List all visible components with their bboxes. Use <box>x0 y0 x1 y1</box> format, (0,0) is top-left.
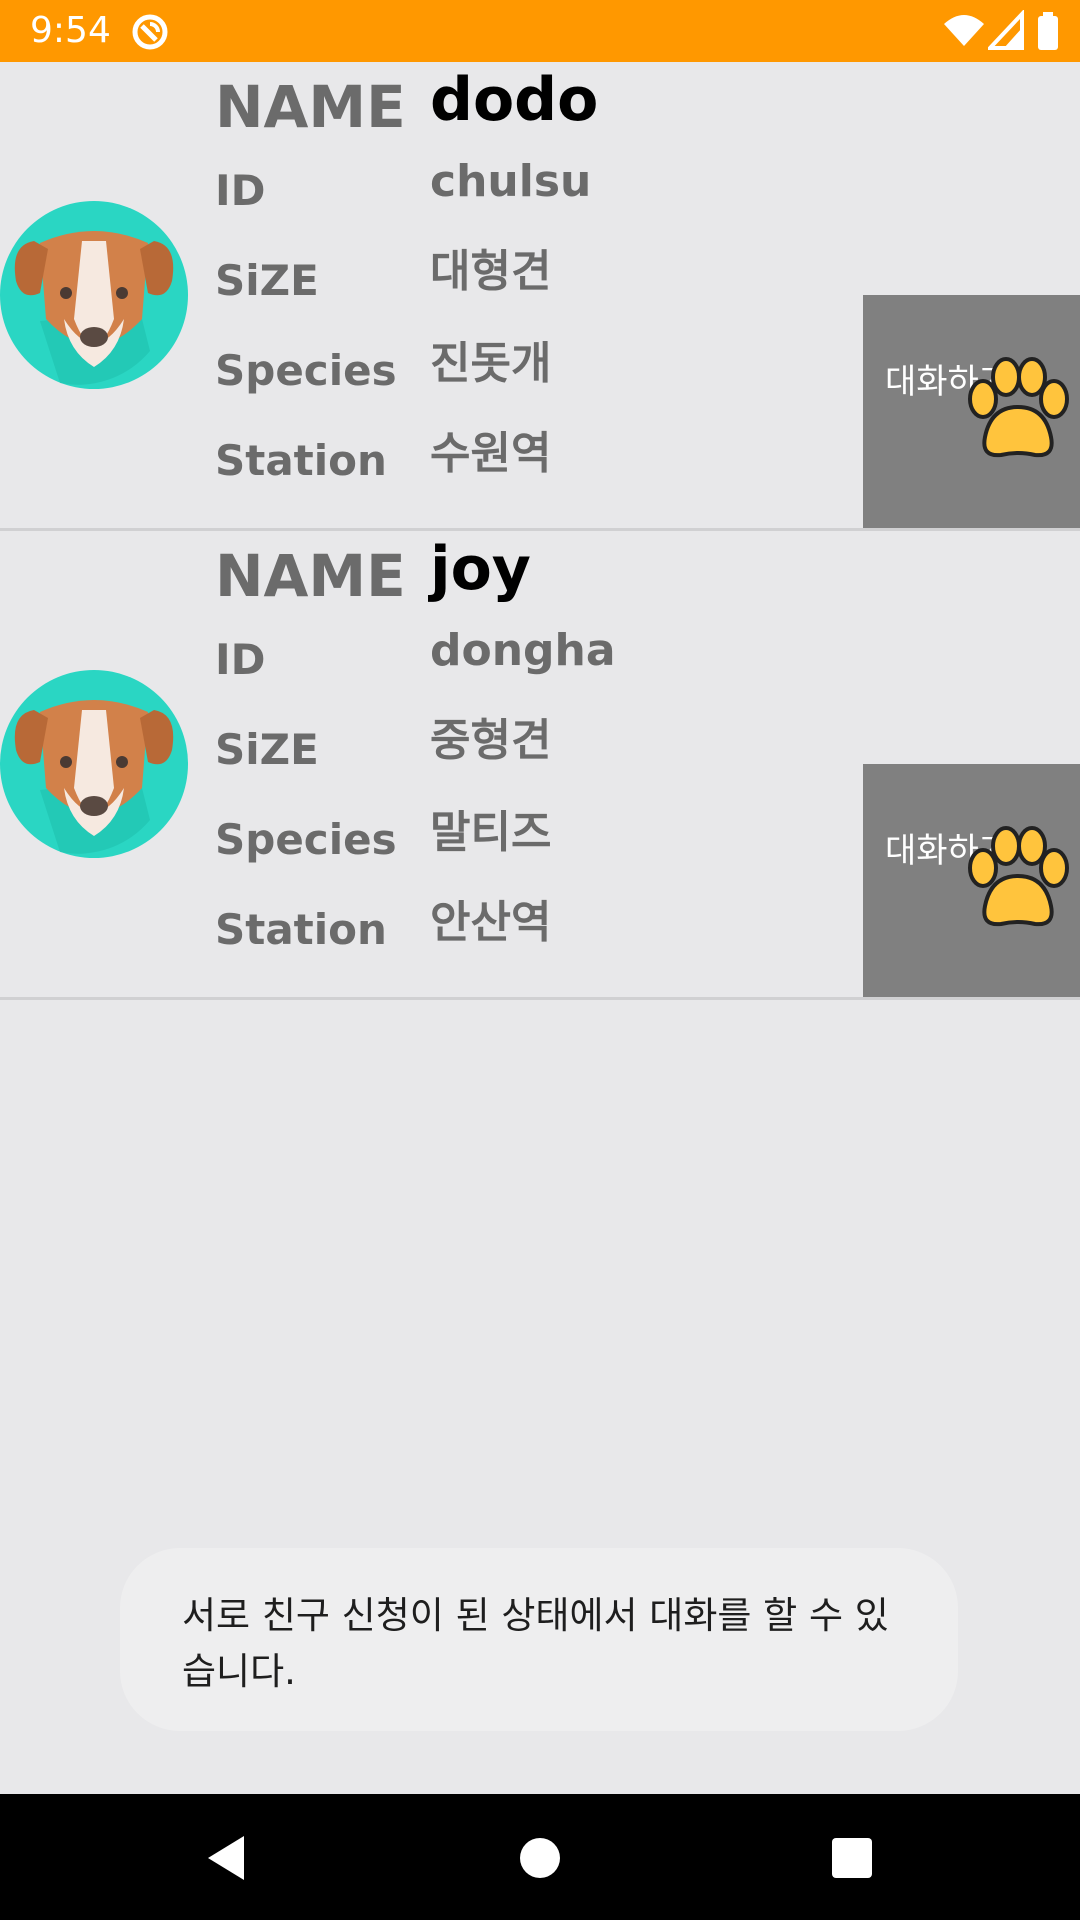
size-value: 대형견 <box>430 246 552 297</box>
navigation-bar <box>0 1794 1080 1920</box>
size-label: SiZE <box>215 725 319 774</box>
size-label: SiZE <box>215 256 319 305</box>
battery-icon <box>1038 12 1058 50</box>
paw-icon <box>968 826 1069 927</box>
species-label: Species <box>215 346 397 395</box>
signal-icon <box>988 10 1024 50</box>
status-time: 9:54 <box>30 10 111 51</box>
sync-icon <box>132 14 168 50</box>
list-item: NAME joy ID dongha SiZE 중형견 Species 말티즈 … <box>0 531 1080 1000</box>
name-label: NAME <box>215 542 406 610</box>
toast-message: 서로 친구 신청이 된 상태에서 대화를 할 수 있습니다. <box>120 1548 958 1731</box>
chat-button-label: 대화하기 <box>885 362 1011 402</box>
id-value: dongha <box>430 625 616 676</box>
chat-button-label: 대화하기 <box>885 831 1011 871</box>
chat-button[interactable]: 대화하기 <box>863 295 1080 528</box>
id-value: chulsu <box>430 156 592 207</box>
home-icon[interactable] <box>512 1830 568 1886</box>
station-value: 수원역 <box>430 428 552 479</box>
station-label: Station <box>215 905 387 954</box>
species-value: 진돗개 <box>430 338 552 389</box>
name-label: NAME <box>215 73 406 141</box>
chat-button[interactable]: 대화하기 <box>863 764 1080 997</box>
list-item: NAME dodo ID chulsu SiZE 대형견 Species 진돗개… <box>0 62 1080 531</box>
toast-text: 서로 친구 신청이 된 상태에서 대화를 할 수 있습니다. <box>182 1594 889 1693</box>
station-value: 안산역 <box>430 897 552 948</box>
station-label: Station <box>215 436 387 485</box>
recents-icon[interactable] <box>824 1830 880 1886</box>
name-value: dodo <box>430 65 599 135</box>
user-list: NAME dodo ID chulsu SiZE 대형견 Species 진돗개… <box>0 62 1080 1000</box>
dog-avatar-icon <box>0 201 188 389</box>
wifi-icon <box>944 15 984 46</box>
name-value: joy <box>430 534 531 604</box>
back-icon[interactable] <box>200 1830 256 1886</box>
species-label: Species <box>215 815 397 864</box>
id-label: ID <box>215 635 266 684</box>
id-label: ID <box>215 166 266 215</box>
paw-icon <box>968 357 1069 458</box>
status-bar: 9:54 <box>0 0 1080 62</box>
species-value: 말티즈 <box>430 807 552 858</box>
dog-avatar-icon <box>0 670 188 858</box>
size-value: 중형견 <box>430 715 552 766</box>
